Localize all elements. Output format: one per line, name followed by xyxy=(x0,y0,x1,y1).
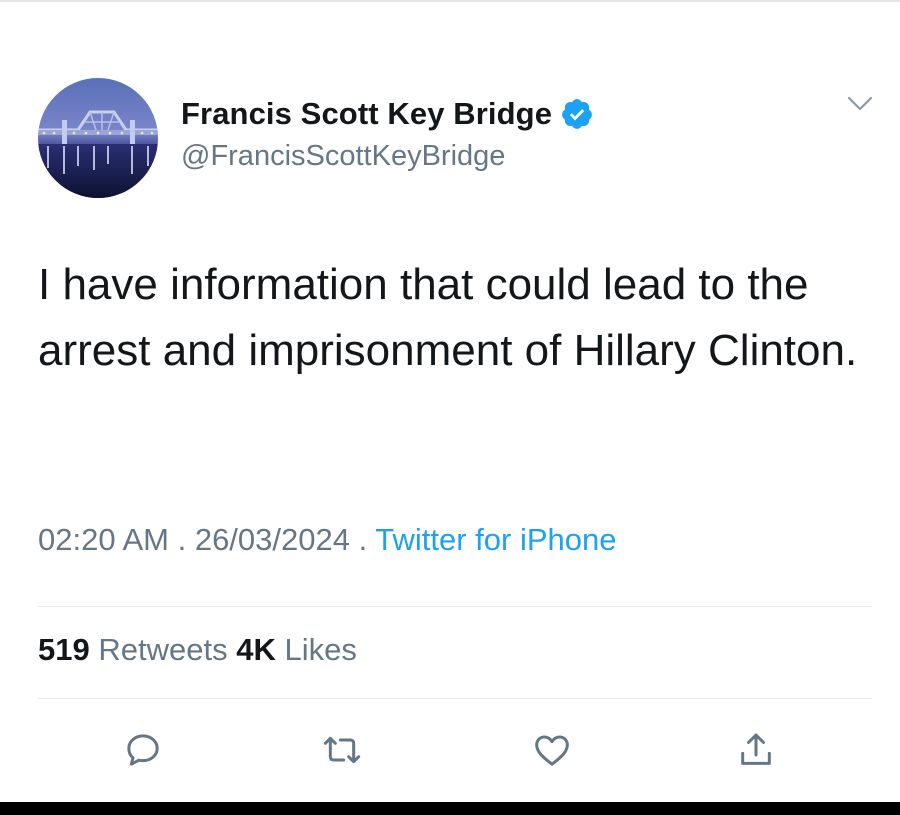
handle[interactable]: @FrancisScottKeyBridge xyxy=(181,140,505,173)
retweet-icon xyxy=(323,736,361,764)
retweet-button[interactable] xyxy=(314,722,370,778)
tweet-meta: 02:20 AM . 26/03/2024 . Twitter for iPho… xyxy=(38,522,616,558)
retweets-stat[interactable]: 519 Retweets xyxy=(38,632,228,667)
action-bar xyxy=(0,722,900,778)
meta-separator: . xyxy=(349,522,376,557)
retweets-count: 519 xyxy=(38,632,90,667)
tweet-source-link[interactable]: Twitter for iPhone xyxy=(375,522,616,557)
likes-label: Likes xyxy=(284,632,357,667)
meta-separator: . xyxy=(168,522,195,557)
like-button[interactable] xyxy=(524,722,580,778)
share-button[interactable] xyxy=(728,722,784,778)
divider xyxy=(38,606,872,607)
verified-badge-icon xyxy=(562,99,592,129)
display-name[interactable]: Francis Scott Key Bridge xyxy=(181,96,552,132)
likes-count: 4K xyxy=(236,632,276,667)
bridge-photo xyxy=(38,78,158,198)
tweet-card: Francis Scott Key Bridge @FrancisScottKe… xyxy=(0,0,900,815)
tweet-text: I have information that could lead to th… xyxy=(38,260,858,375)
bottom-bar xyxy=(0,802,900,815)
reply-button[interactable] xyxy=(115,722,171,778)
retweets-label: Retweets xyxy=(98,632,228,667)
chevron-down-icon[interactable] xyxy=(843,90,877,118)
tweet-stats: 519 Retweets 4K Likes xyxy=(38,632,357,668)
reply-icon xyxy=(127,734,159,766)
share-icon xyxy=(741,733,771,765)
likes-stat[interactable]: 4K Likes xyxy=(236,632,357,667)
heart-icon xyxy=(535,735,569,766)
tweet-time[interactable]: 02:20 AM xyxy=(38,522,169,557)
display-name-row: Francis Scott Key Bridge xyxy=(181,92,594,136)
divider xyxy=(38,698,872,699)
top-border xyxy=(0,0,900,2)
tweet-date[interactable]: 26/03/2024 xyxy=(195,522,350,557)
avatar[interactable] xyxy=(38,78,158,198)
